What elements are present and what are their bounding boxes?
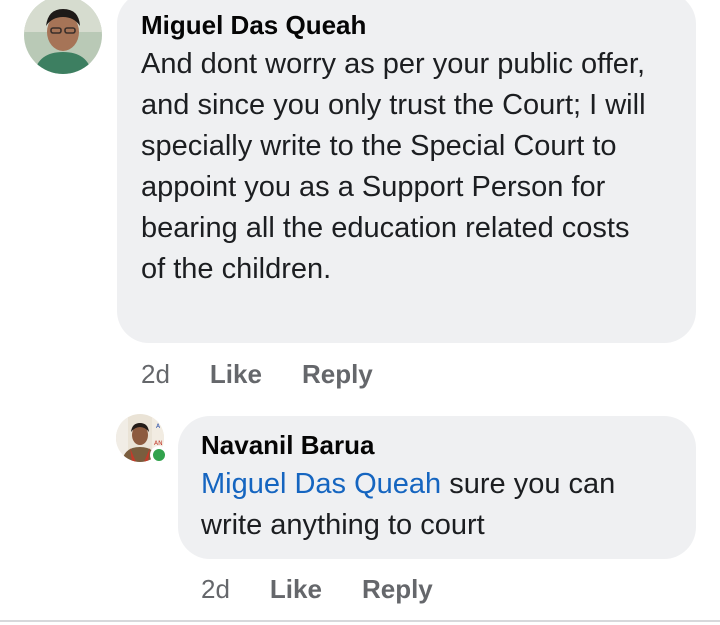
reply-actions: 2d Like Reply [201,572,433,606]
reply-timestamp[interactable]: 2d [201,574,230,605]
comment-avatar[interactable] [24,0,102,74]
online-status-indicator [150,446,168,464]
comment-reply-button[interactable]: Reply [302,359,373,390]
comment-actions: 2d Like Reply [141,357,373,391]
reply-reply-button[interactable]: Reply [362,574,433,605]
comment-like-button[interactable]: Like [210,359,262,390]
comment-timestamp[interactable]: 2d [141,359,170,390]
divider [0,620,720,622]
comment-text: And dont worry as per your public offer,… [141,48,646,285]
reply-bubble[interactable]: Navanil Barua Miguel Das Queah sure you … [178,416,696,559]
reply-text: Miguel Das Queah sure you can write anyt… [201,464,671,546]
comment-author-name[interactable]: Miguel Das Queah [141,10,672,40]
reply-like-button[interactable]: Like [270,574,322,605]
comment-bubble[interactable]: Miguel Das Queah And dont worry as per y… [117,0,696,343]
profile-photo-icon [24,0,102,74]
mention-link[interactable]: Miguel Das Queah [201,468,441,500]
reply-author-name[interactable]: Navanil Barua [201,430,672,460]
